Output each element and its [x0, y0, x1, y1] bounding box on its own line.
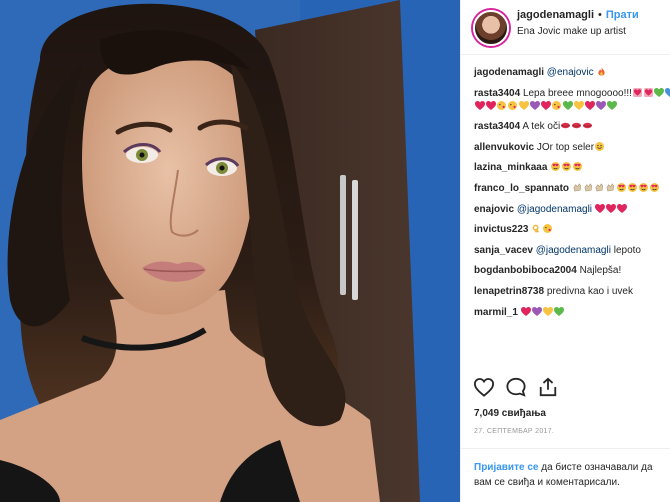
comment-username[interactable]: rasta3404 [474, 121, 520, 132]
heart-eyes-emoji-icon [550, 162, 561, 173]
red-heart-emoji-icon [521, 306, 532, 318]
red-heart-emoji-icon [584, 100, 595, 112]
comment-username[interactable]: invictus223 [474, 224, 528, 235]
kiss-face-emoji-icon [551, 100, 562, 112]
comment-text: A tek oči [522, 121, 561, 133]
comment-text: lepoto [613, 244, 641, 256]
red-heart-emoji-icon [485, 100, 496, 112]
comment-username[interactable]: allenvukovic [474, 142, 534, 153]
red-heart-emoji-icon [474, 100, 485, 112]
avatar[interactable] [473, 10, 509, 46]
yellow-heart-emoji-icon [543, 306, 554, 318]
comments-list: jagodenamagli @enajovic rasta3404 Lepa b… [461, 66, 670, 374]
red-heart-emoji-icon [606, 203, 617, 215]
comment-username[interactable]: rasta3404 [474, 88, 520, 99]
comment-username[interactable]: jagodenamagli [474, 67, 544, 78]
heart-eyes-emoji-icon [616, 182, 627, 194]
post-side-panel: jagodenamagli • Прати Ena Jovic make up … [460, 0, 670, 502]
ok-hand-emoji-icon [531, 224, 542, 235]
post-date[interactable]: 27. СЕПТЕМБАР 2017. [474, 428, 554, 435]
red-heart-face-emoji-icon [643, 87, 654, 99]
purple-heart-emoji-icon [595, 100, 606, 112]
fire-emoji-icon [596, 67, 607, 78]
heart-eyes-emoji-icon [649, 182, 660, 194]
lips-emoji-icon [560, 121, 571, 132]
smile-face-emoji-icon [594, 141, 605, 153]
comment-item: jagodenamagli @enajovic [474, 66, 670, 79]
clap-emoji-icon [583, 183, 594, 194]
comment-item: bogdanbobiboca2004 Najlepša! [474, 264, 670, 277]
green-heart-emoji-icon [562, 100, 573, 112]
clap-emoji-icon [572, 183, 583, 194]
clap-emoji-icon [594, 183, 605, 194]
comment-mention[interactable]: @jagodenamagli [536, 245, 611, 256]
heart-eyes-emoji-icon [561, 162, 572, 173]
blue-heart-emoji-icon [665, 87, 670, 99]
post-header: jagodenamagli • Прати Ena Jovic make up … [461, 0, 670, 55]
red-heart-face-emoji-icon [632, 87, 643, 99]
comment-item: franco_lo_spannato [474, 182, 670, 195]
comment-item: rasta3404 Lepa breee mnogoooo!!! [474, 87, 670, 113]
comment-bubble-icon[interactable] [505, 377, 527, 397]
selfie-image [0, 0, 460, 502]
comment-item: marmil_1 [474, 306, 670, 319]
yellow-heart-emoji-icon [518, 100, 529, 112]
location-link[interactable]: Ena Jovic make up artist [517, 25, 639, 39]
comment-username[interactable]: enajovic [474, 204, 514, 215]
comment-mention[interactable]: @enajovic [547, 67, 594, 78]
follow-button[interactable]: Прати [606, 8, 639, 22]
comment-username[interactable]: bogdanbobiboca2004 [474, 265, 577, 276]
comment-username[interactable]: sanja_vacev [474, 245, 533, 256]
likes-count[interactable]: 7,049 свиђања [474, 408, 546, 419]
comment-item: lazina_minkaaa [474, 161, 670, 174]
yellow-heart-emoji-icon [573, 100, 584, 112]
heart-eyes-emoji-icon [638, 182, 649, 194]
share-upload-icon[interactable] [537, 377, 559, 397]
comment-item: rasta3404 A tek oči [474, 120, 670, 133]
post-author-username[interactable]: jagodenamagli [517, 8, 594, 22]
login-link[interactable]: Пријавите се [474, 462, 538, 473]
heart-eyes-emoji-icon [572, 162, 583, 173]
heart-outline-icon[interactable] [473, 377, 495, 397]
kiss-face-emoji-icon [496, 100, 507, 112]
comment-text: Najlepša! [579, 265, 622, 277]
comment-mention[interactable]: @jagodenamagli [517, 204, 592, 215]
comment-username[interactable]: lenapetrin8738 [474, 286, 544, 297]
comment-username[interactable]: franco_lo_spannato [474, 183, 569, 194]
clap-emoji-icon [605, 183, 616, 194]
comment-text: Lepa breee mnogoooo!!! [522, 87, 632, 99]
comment-text: JOr top seler [536, 141, 595, 153]
red-heart-emoji-icon [540, 100, 551, 112]
comment-username[interactable]: marmil_1 [474, 307, 518, 318]
heart-eyes-emoji-icon [627, 182, 638, 194]
kiss-face-emoji-icon [507, 100, 518, 112]
green-heart-emoji-icon [606, 100, 617, 112]
kiss-face-emoji-icon [542, 224, 553, 235]
comment-item: allenvukovic JOr top seler [474, 141, 670, 154]
comment-item: invictus223 [474, 223, 670, 236]
green-heart-emoji-icon [554, 306, 565, 318]
comment-username[interactable]: lazina_minkaaa [474, 162, 547, 173]
comment-item: sanja_vacev @jagodenamagli lepoto [474, 244, 670, 257]
post-photo [0, 0, 460, 502]
green-heart-emoji-icon [654, 87, 665, 99]
purple-heart-emoji-icon [532, 306, 543, 318]
purple-heart-emoji-icon [529, 100, 540, 112]
lips-emoji-icon [571, 121, 582, 132]
red-heart-emoji-icon [595, 203, 606, 215]
login-prompt: Пријавите се да бисте означавали да вам … [461, 448, 670, 502]
separator-dot: • [598, 9, 602, 21]
comment-text: predivna kao i uvek [546, 285, 633, 297]
action-bar [473, 377, 559, 397]
comment-item: lenapetrin8738 predivna kao i uvek [474, 285, 670, 298]
lips-emoji-icon [582, 121, 593, 132]
comment-item: enajovic @jagodenamagli [474, 203, 670, 216]
red-heart-emoji-icon [617, 203, 628, 215]
